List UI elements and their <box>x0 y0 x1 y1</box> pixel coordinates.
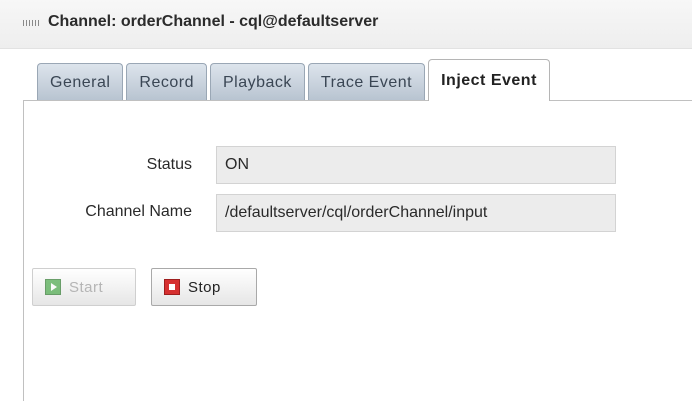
panel-header: Channel: orderChannel - cql@defaultserve… <box>0 0 692 49</box>
channel-name-label: Channel Name <box>85 203 192 220</box>
drag-grip-icon[interactable] <box>23 20 41 26</box>
panel-title: Channel: orderChannel - cql@defaultserve… <box>48 13 379 30</box>
start-button[interactable]: Start <box>32 268 136 306</box>
status-field: ON <box>216 146 616 184</box>
play-icon <box>45 279 61 295</box>
channel-name-field: /defaultserver/cql/orderChannel/input <box>216 194 616 232</box>
tab-playback[interactable]: Playback <box>210 63 305 101</box>
tab-general[interactable]: General <box>37 63 124 101</box>
stop-button[interactable]: Stop <box>151 268 257 306</box>
start-button-label: Start <box>69 278 104 296</box>
stop-button-label: Stop <box>188 278 221 296</box>
tab-bar: General Record Playback Trace Event Inje… <box>37 59 550 101</box>
tab-inject-event[interactable]: Inject Event <box>428 59 550 101</box>
tab-record[interactable]: Record <box>126 63 207 101</box>
status-label: Status <box>146 156 192 173</box>
tab-trace-event[interactable]: Trace Event <box>307 63 426 101</box>
stop-icon <box>164 279 180 295</box>
